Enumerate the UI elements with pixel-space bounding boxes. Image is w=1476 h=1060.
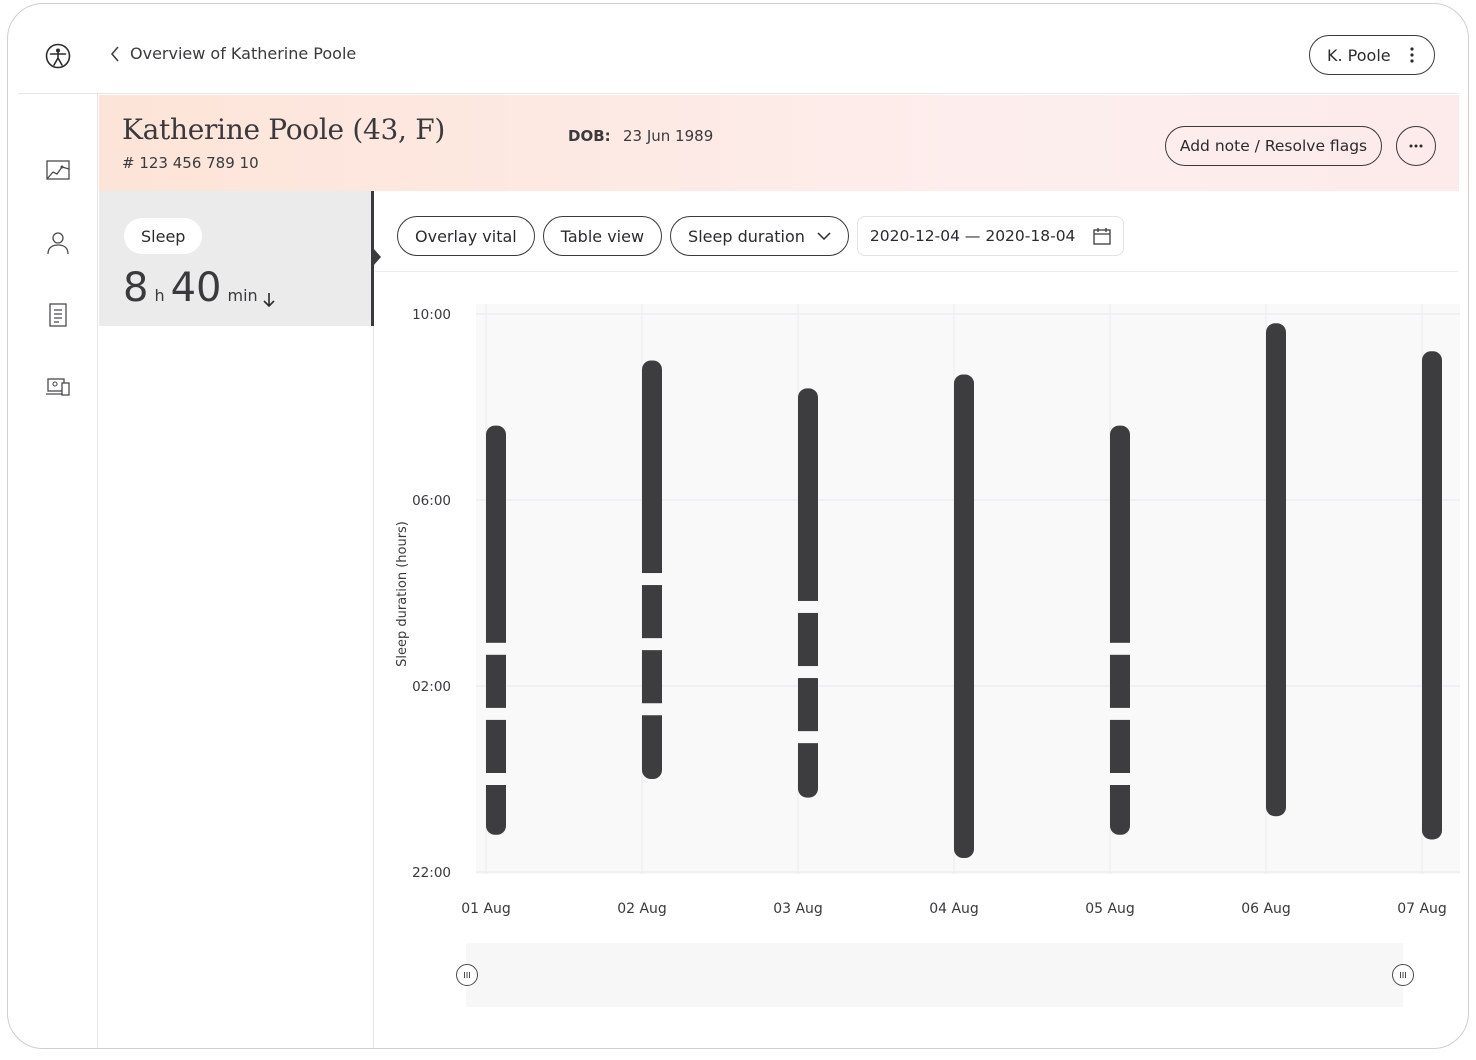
- range-handle-left[interactable]: [456, 964, 478, 986]
- sleep-bar-gap: [1109, 707, 1131, 720]
- sleep-bar-gap: [797, 600, 819, 613]
- sleep-bar-gap: [1109, 642, 1131, 655]
- sleep-bar: [642, 360, 662, 779]
- sleep-chart: 10:00 06:00 02:00 22:00 01 Aug 02 Aug 03 Aug 04…: [395, 304, 1460, 917]
- grip-icon: [1400, 972, 1406, 978]
- app-window: Overview of Katherine Poole K. Poole Kat…: [7, 3, 1469, 1049]
- sleep-bar-gap: [797, 731, 819, 744]
- y-tick-label: 02:00: [412, 679, 451, 695]
- sleep-bar-gap: [1109, 773, 1131, 785]
- x-tick-label: 03 Aug: [773, 901, 823, 917]
- sleep-bar: [954, 374, 974, 859]
- sleep-bar-gap: [485, 773, 507, 785]
- y-tick-label: 06:00: [412, 493, 451, 509]
- sleep-bar-gap: [797, 666, 819, 679]
- sleep-bar: [1422, 351, 1442, 840]
- x-tick-label: 02 Aug: [617, 901, 667, 917]
- sleep-bar-gap: [641, 703, 663, 716]
- range-handle-right[interactable]: [1392, 964, 1414, 986]
- grip-icon: [464, 972, 470, 978]
- y-axis-label: Sleep duration (hours): [395, 521, 410, 667]
- sleep-bar: [1266, 323, 1286, 817]
- y-tick-label: 22:00: [412, 865, 451, 881]
- x-tick-label: 05 Aug: [1085, 901, 1135, 917]
- sleep-bar-gap: [641, 573, 663, 586]
- x-tick-label: 01 Aug: [461, 901, 511, 917]
- x-tick-label: 04 Aug: [929, 901, 979, 917]
- sleep-bar-gap: [485, 707, 507, 720]
- range-scroller[interactable]: [466, 943, 1403, 1007]
- x-tick-label: 07 Aug: [1397, 901, 1447, 917]
- y-tick-label: 10:00: [412, 307, 451, 323]
- x-tick-label: 06 Aug: [1241, 901, 1291, 917]
- sleep-bar-gap: [485, 642, 507, 655]
- sleep-bar-gap: [641, 638, 663, 651]
